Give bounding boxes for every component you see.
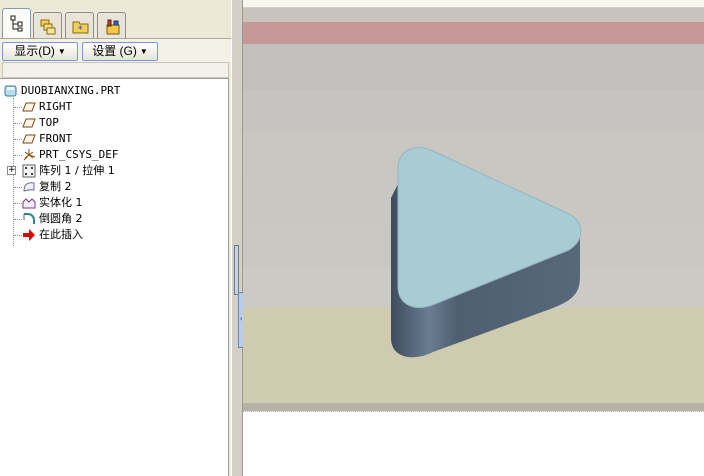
round-icon [23, 213, 35, 224]
chevron-down-icon: ▼ [139, 47, 148, 56]
tab-folder-browser[interactable]: * [65, 12, 94, 38]
tree-item-label: 实体化 1 [39, 196, 83, 209]
show-button-label: 显示 [14, 44, 39, 58]
coordinate-system-icon [23, 149, 36, 161]
tree-item-label: PRT_CSYS_DEF [39, 148, 119, 161]
background-floor-edge [243, 403, 704, 411]
show-dropdown-button[interactable]: 显示(D) ▼ [2, 42, 78, 61]
solidify-icon [22, 198, 36, 209]
background-band [243, 8, 704, 22]
tab-model-tree[interactable] [2, 8, 31, 39]
background-band-red [243, 22, 704, 44]
application-window: * 显示(D) ▼ 设置 (G) ▼ DUOBIANXING.PRT RIGHT… [0, 0, 704, 476]
pattern-icon [22, 164, 36, 178]
part-icon [4, 85, 17, 97]
show-button-accelerator: (D) [38, 44, 55, 58]
tree-filter-strip [2, 62, 229, 78]
expand-toggle-plus-icon[interactable]: + [7, 166, 16, 175]
tree-item-label: FRONT [39, 132, 73, 145]
viewport-top-strip [243, 0, 704, 8]
copy-feature-icon [23, 182, 35, 192]
message-area [243, 411, 704, 476]
graphics-viewport[interactable] [243, 8, 704, 411]
svg-text:*: * [78, 25, 83, 35]
settings-button-accelerator: (G) [119, 44, 137, 58]
navigator-toolbar: 显示(D) ▼ 设置 (G) ▼ [0, 38, 231, 62]
navigator-tabs: * [0, 8, 231, 39]
favorites-icon [106, 19, 120, 35]
folder-browser-icon: * [72, 21, 89, 35]
splitter-grip[interactable] [234, 245, 239, 295]
chevron-down-icon: ▼ [57, 47, 66, 56]
model-tree-icon [10, 15, 23, 32]
tree-item-label: RIGHT [39, 100, 73, 113]
model-tree: DUOBIANXING.PRT RIGHT TOP FRONT PRT_CSYS… [0, 78, 229, 476]
tree-item-label: TOP [39, 116, 59, 129]
datum-plane-icon [22, 118, 36, 128]
tree-item-label: 阵列 1 / 拉伸 1 [39, 164, 115, 177]
settings-dropdown-button[interactable]: 设置 (G) ▼ [82, 42, 158, 61]
tab-layers[interactable] [33, 12, 62, 38]
layers-icon [40, 19, 56, 35]
insert-here-arrow-icon [23, 229, 35, 241]
panel-splitter[interactable]: › [231, 0, 244, 476]
tree-item-label: 倒圆角 2 [39, 212, 83, 225]
navigator-panel: * 显示(D) ▼ 设置 (G) ▼ DUOBIANXING.PRT RIGHT… [0, 0, 231, 476]
tree-item-label: 复制 2 [39, 180, 72, 193]
datum-plane-icon [22, 102, 36, 112]
tree-root-label: DUOBIANXING.PRT [21, 84, 121, 97]
triangular-prism-part[interactable] [373, 138, 593, 368]
tab-favorites[interactable] [97, 12, 126, 38]
datum-plane-icon [22, 134, 36, 144]
settings-button-label: 设置 [92, 44, 117, 58]
tree-item-label: 在此插入 [39, 228, 83, 241]
